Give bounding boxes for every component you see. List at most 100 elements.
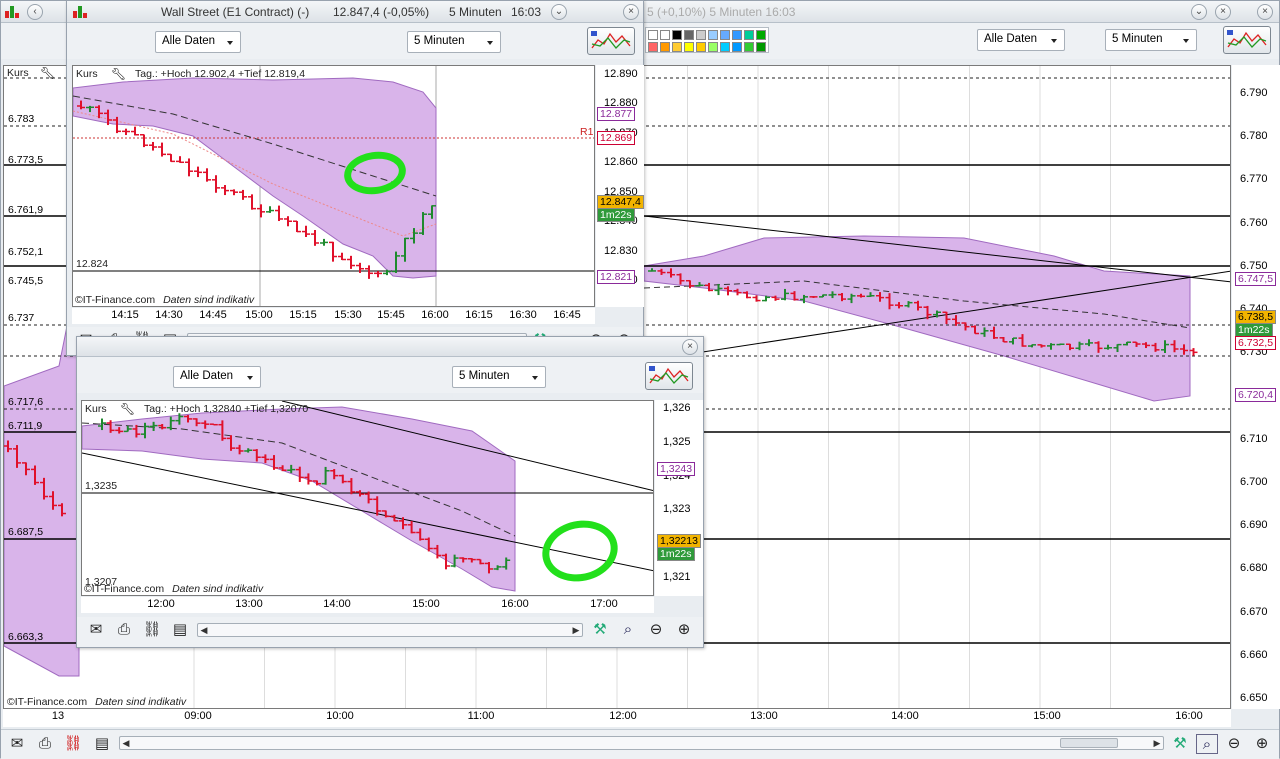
eurusd-x-axis: 12:00 13:00 14:00 15:00 16:00 17:00 [81,597,654,613]
level-label-1: 1,3235 [85,480,118,492]
zoom-out-icon[interactable]: ⊖ [1223,734,1245,754]
price-tag-lower: 6.732,5 [1235,336,1277,350]
wallstreet-chart-area[interactable]: Kurs 🔧︎ Tag.: +Hoch 12.902,4 +Tief 12.81… [72,65,595,307]
minimize-button[interactable]: ⌄ [1191,4,1207,20]
palette-color-swatch[interactable] [732,42,742,52]
palette-color-swatch[interactable] [660,30,670,40]
scroll-left-icon[interactable]: ◀ [120,737,132,749]
chart-footer: ©IT-Finance.com Daten sind indikativ [84,583,264,595]
app-chart-icon [5,5,19,18]
eurusd-window: × Alle Daten 5 Minuten Kurs 🔧︎ Tag.: +Ho… [76,336,704,648]
chart-type-icon[interactable] [587,27,635,55]
x-tick-label: 16:00 [1175,710,1203,722]
zoom-in-icon[interactable]: ⊕ [673,620,695,640]
last-price-tag: 1,32213 [657,534,701,548]
wallstreet-toolbar: Alle Daten 5 Minuten [67,23,643,59]
x-tick-label: 16:00 [421,309,449,321]
price-tag-band-low: 6.720,4 [1235,388,1277,402]
zoom-fit-icon[interactable]: ⌕ [1196,734,1218,754]
wrench-icon[interactable]: 🔧︎ [120,402,135,416]
minimize-button[interactable]: ⌄ [551,4,567,20]
x-tick-label: 15:30 [334,309,362,321]
chart-type-icon[interactable] [645,362,693,390]
palette-color-swatch[interactable] [696,42,706,52]
left-level-label: 6.752,1 [8,246,44,258]
x-tick-label: 13 [51,710,65,722]
x-tick-label: 13:00 [750,710,778,722]
y-tick-label: 6.790 [1240,87,1268,99]
palette-color-swatch[interactable] [744,30,754,40]
x-tick-label: 16:00 [501,598,529,610]
period-select[interactable]: Alle Daten [977,29,1065,51]
scroll-right-icon[interactable]: ▶ [570,624,582,636]
chart-settings-icon[interactable]: ⚒︎ [589,620,611,640]
wrench-icon[interactable]: 🔧︎ [40,66,55,80]
chart-type-icon[interactable] [1223,26,1271,54]
y-tick-label: 6.670 [1240,605,1268,618]
wrench-icon[interactable]: 🔧︎ [111,67,126,81]
r1-label: R1 [580,126,594,138]
zoom-out-icon[interactable]: ⊖ [645,620,667,640]
close-button[interactable]: × [1215,4,1231,20]
eurusd-titlebar: × [77,337,703,357]
zoom-in-icon[interactable]: ⊕ [1251,734,1273,754]
mail-icon[interactable]: ✉︎ [85,620,107,640]
scroll-thumb[interactable] [1060,738,1118,748]
close-button[interactable]: × [623,4,639,20]
palette-color-swatch[interactable] [732,30,742,40]
x-tick-label: 13:00 [235,598,263,610]
palette-color-swatch[interactable] [648,30,658,40]
menu-button[interactable]: ‹ [27,4,43,20]
interval-select[interactable]: 5 Minuten [452,366,546,388]
y-tick-label: 1,321 [663,571,691,583]
y-tick-label: 6.780 [1240,130,1268,143]
palette-color-swatch[interactable] [684,42,694,52]
x-tick-label: 15:45 [377,309,405,321]
y-tick-label: 6.650 [1240,692,1268,704]
level-label: 12.824 [76,258,109,270]
palette-color-swatch[interactable] [756,30,766,40]
link-icon[interactable]: ⛓︎ [141,620,163,640]
palette-color-swatch[interactable] [672,30,682,40]
period-select[interactable]: Alle Daten [173,366,261,388]
y-tick-label: 6.760 [1240,216,1268,229]
interval-select[interactable]: 5 Minuten [407,31,501,53]
palette-color-swatch[interactable] [744,42,754,52]
countdown-tag: 1m22s [1235,323,1273,337]
palette-color-swatch[interactable] [720,30,730,40]
clipboard-icon[interactable]: ▤ [169,620,191,640]
print-icon[interactable]: ⎙ [34,734,56,754]
chart-settings-icon[interactable]: ⚒︎ [1169,734,1191,754]
x-tick-label: 16:45 [553,309,581,321]
color-palette[interactable] [645,27,769,53]
horizontal-scrollbar[interactable]: ◀ ▶ [197,623,583,637]
close-button[interactable]: × [682,339,698,355]
x-tick-label: 17:00 [590,598,618,610]
palette-color-swatch[interactable] [648,42,658,52]
palette-color-swatch[interactable] [756,42,766,52]
palette-color-swatch[interactable] [660,42,670,52]
clipboard-icon[interactable]: ▤ [91,734,113,754]
mail-icon[interactable]: ✉︎ [6,734,28,754]
price-tag-upper: 6.747,5 [1235,272,1277,286]
period-select[interactable]: Alle Daten [155,31,241,53]
close-app-button[interactable]: × [1257,4,1273,20]
zoom-fit-icon[interactable]: ⌕ [617,620,639,640]
print-icon[interactable]: ⎙ [113,620,135,640]
horizontal-scrollbar[interactable]: ◀ ▶ [119,736,1164,750]
palette-color-swatch[interactable] [720,42,730,52]
palette-color-swatch[interactable] [708,30,718,40]
scroll-right-icon[interactable]: ▶ [1151,737,1163,749]
eurusd-y-axis: 1,3261,3251,3241,3231,3221,321 [655,400,703,596]
scroll-left-icon[interactable]: ◀ [198,624,210,636]
eurusd-chart-area[interactable]: Kurs 🔧︎ Tag.: +Hoch 1,32840 +Tief 1,3207… [81,400,654,596]
y-tick-label: 1,323 [663,503,691,516]
interval-select[interactable]: 5 Minuten [1105,29,1197,51]
palette-color-swatch[interactable] [672,42,682,52]
palette-color-swatch[interactable] [708,42,718,52]
wallstreet-titlebar: Wall Street (E1 Contract) (-) 12.847,4 (… [67,1,643,23]
palette-color-swatch[interactable] [684,30,694,40]
chart-footer: ©IT-Finance.com Daten sind indikativ [75,294,255,306]
link-icon[interactable]: ⛓︎ [62,734,84,754]
palette-color-swatch[interactable] [696,30,706,40]
